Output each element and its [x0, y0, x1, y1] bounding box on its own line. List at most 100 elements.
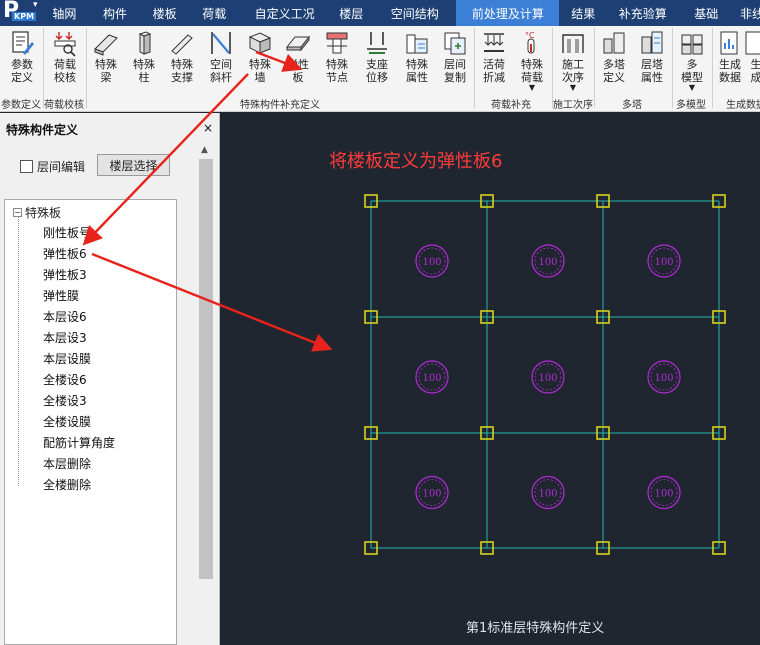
slab-thickness-label: 100: [654, 489, 673, 500]
menu-tab-members[interactable]: 构件: [89, 0, 141, 26]
tree-root-label: 特殊板: [25, 206, 62, 220]
floor-tower-attribute-icon: [641, 31, 663, 54]
slab-thickness-mark[interactable]: 100: [415, 360, 449, 394]
tree-item-reinforcement-angle[interactable]: 配筋计算角度: [43, 434, 115, 451]
tree-item-all-floors-delete[interactable]: 全楼删除: [43, 476, 91, 493]
menu-tab-nonlinear[interactable]: 非线: [734, 0, 760, 26]
special-attribute-button[interactable]: 特殊 属性: [398, 26, 436, 94]
special-beam-button[interactable]: 特殊 梁: [88, 26, 124, 94]
group-label-load-check: 荷载校核: [44, 100, 84, 111]
slab-thickness-label: 100: [422, 489, 441, 500]
menu-tab-load[interactable]: 荷载: [188, 0, 240, 26]
group-label-construction-sequence: 施工次序: [553, 100, 593, 111]
special-brace-icon: [171, 34, 193, 55]
menu-tab-axis[interactable]: 轴网: [40, 0, 90, 26]
panel-title: 特殊构件定义: [6, 123, 79, 137]
live-load-reduction-icon: [484, 33, 504, 52]
special-node-button[interactable]: 特殊 节点: [318, 26, 356, 94]
tree-item-rigid-slab-number[interactable]: 刚性板号: [43, 224, 91, 241]
generate-button[interactable]: 生 成: [745, 26, 760, 94]
floor-edit-label: 层间编辑: [37, 160, 86, 174]
floor-tower-attribute-button[interactable]: 层塔 属性: [634, 26, 670, 94]
collapse-icon[interactable]: −: [13, 208, 22, 217]
construction-sequence-dropdown-icon[interactable]: ▼: [570, 84, 576, 92]
construction-sequence-button[interactable]: 施工 次序 ▼: [554, 26, 592, 94]
menu-tab-floor[interactable]: 楼层: [329, 0, 373, 26]
scrollbar-thumb[interactable]: [199, 159, 213, 579]
logo-badge: KPM: [12, 12, 37, 21]
construction-sequence-icon: [562, 34, 584, 53]
elastic-slab-icon: [285, 35, 311, 52]
group-label-special-members: 特殊构件补充定义: [240, 100, 320, 111]
special-attribute-icon: [406, 34, 428, 54]
slab-thickness-label: 100: [538, 257, 557, 268]
slab-thickness-label: 100: [654, 257, 673, 268]
special-wall-icon: [248, 32, 272, 54]
slab-thickness-mark[interactable]: 100: [531, 475, 565, 510]
slab-thickness-mark[interactable]: 100: [647, 360, 681, 394]
scroll-up-icon[interactable]: ▲: [201, 145, 208, 155]
special-load-dropdown-icon[interactable]: ▼: [529, 84, 535, 92]
tree-item-elastic-slab-6[interactable]: 弹性板6: [43, 245, 87, 262]
slab-thickness-mark[interactable]: 100: [531, 244, 565, 278]
param-define-button[interactable]: 参数 定义: [4, 26, 40, 94]
slab-marks: 100 100 100 100 100 100 100 100 100: [415, 244, 681, 510]
tree-item-all-floors-set-membrane[interactable]: 全楼设膜: [43, 413, 91, 430]
tree-item-floor-set-3[interactable]: 本层设3: [43, 329, 87, 346]
ribbon-toolbar: 参数 定义 荷载 校核 特殊 梁 特殊 柱 特殊 支撑 空间 斜杆 特殊 墙 弹…: [0, 26, 760, 112]
close-icon[interactable]: ×: [203, 121, 213, 135]
menu-tab-results[interactable]: 结果: [559, 0, 607, 26]
floor-plan[interactable]: 100 100 100 100 100 100 100 100 100: [221, 113, 760, 645]
special-beam-icon: [94, 34, 118, 56]
space-diagonal-icon: [211, 32, 231, 54]
multi-model-icon: [681, 34, 703, 55]
floor-select-button[interactable]: 楼层选择: [97, 154, 170, 176]
group-label-load-supplement: 荷载补充: [491, 100, 531, 111]
special-column-button[interactable]: 特殊 柱: [126, 26, 162, 94]
tree-item-elastic-membrane[interactable]: 弹性膜: [43, 287, 79, 304]
generate-icon: [745, 31, 760, 55]
slab-thickness-mark[interactable]: 100: [647, 244, 681, 278]
drawing-canvas[interactable]: 将楼板定义为弹性板6 100 100 100 100 100 100 100 100 100 第…: [221, 113, 760, 645]
load-check-button[interactable]: 荷载 校核: [46, 26, 84, 94]
document-edit-icon: [12, 31, 34, 55]
multi-model-dropdown-icon[interactable]: ▼: [689, 84, 695, 92]
slab-thickness-mark[interactable]: 100: [647, 475, 681, 510]
live-load-reduction-button[interactable]: 活荷 折减: [476, 26, 512, 94]
menu-tab-space-structure[interactable]: 空间结构: [373, 0, 456, 26]
menu-tab-preprocess[interactable]: 前处理及计算: [456, 0, 560, 26]
floor-copy-button[interactable]: 层间 复制: [436, 26, 474, 94]
menu-tab-custom-case[interactable]: 自定义工况: [240, 0, 329, 26]
special-wall-button[interactable]: 特殊 墙: [242, 26, 278, 94]
special-brace-button[interactable]: 特殊 支撑: [164, 26, 200, 94]
elastic-slab-button[interactable]: 弹性 板: [280, 26, 316, 94]
tree-item-floor-set-6[interactable]: 本层设6: [43, 308, 87, 325]
checkbox-box[interactable]: [20, 160, 33, 173]
tree-item-elastic-slab-3[interactable]: 弹性板3: [43, 266, 87, 283]
special-load-icon: °C: [525, 31, 535, 54]
slab-thickness-label: 100: [654, 373, 673, 384]
slab-thickness-label: 100: [538, 489, 557, 500]
floor-edit-checkbox[interactable]: 层间编辑: [20, 158, 85, 175]
support-displacement-button[interactable]: 支座 位移: [358, 26, 396, 94]
menu-tab-supplement-check[interactable]: 补充验算: [607, 0, 678, 26]
app-logo[interactable]: P KPM ▾: [0, 0, 40, 26]
tree-item-all-floors-set-3[interactable]: 全楼设3: [43, 392, 87, 409]
space-diagonal-button[interactable]: 空间 斜杆: [202, 26, 240, 94]
tree-item-all-floors-set-6[interactable]: 全楼设6: [43, 371, 87, 388]
panel-scrollbar[interactable]: ▲: [197, 143, 215, 645]
tree-item-floor-delete[interactable]: 本层删除: [43, 455, 91, 472]
canvas-caption: 第1标准层特殊构件定义: [466, 621, 605, 636]
menu-tab-foundation[interactable]: 基础: [678, 0, 734, 26]
slab-thickness-mark[interactable]: 100: [415, 244, 449, 278]
special-load-button[interactable]: °C 特殊 荷载 ▼: [514, 26, 550, 94]
menu-tab-slab[interactable]: 楼板: [141, 0, 189, 26]
group-label-multi-model: 多模型: [676, 100, 706, 111]
multi-model-button[interactable]: 多 模型 ▼: [674, 26, 710, 94]
slab-thickness-mark[interactable]: 100: [531, 360, 565, 394]
tree-item-floor-set-membrane[interactable]: 本层设膜: [43, 350, 91, 367]
multi-tower-define-button[interactable]: 多塔 定义: [596, 26, 632, 94]
slab-thickness-mark[interactable]: 100: [415, 475, 449, 510]
special-node-icon: [326, 32, 348, 54]
tree-root-special-slab[interactable]: − 特殊板: [13, 204, 61, 221]
